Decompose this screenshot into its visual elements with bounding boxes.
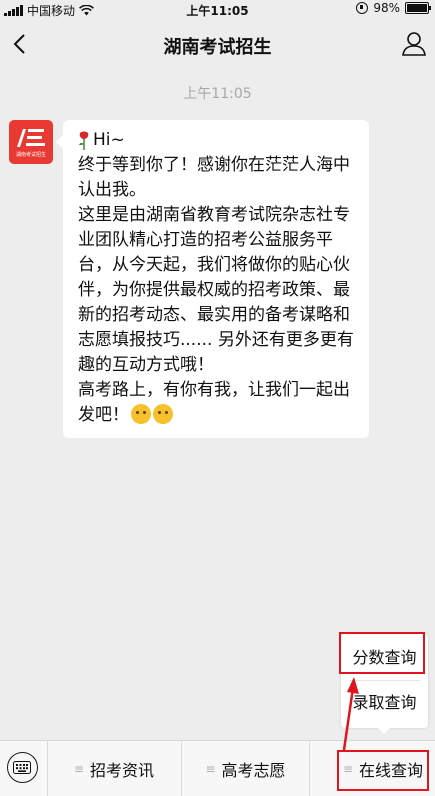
message-bubble: Hi~ 终于等到你了！感谢你在茫茫人海中认出我。 这里是由湖南省教育考试院杂志社… bbox=[56, 120, 369, 438]
page-title: 湖南考试招生 bbox=[163, 37, 272, 58]
chat-timestamp: 上午11:05 bbox=[183, 86, 252, 102]
keyboard-icon bbox=[13, 761, 31, 774]
avatar-text: 湖南考试招生 bbox=[15, 152, 46, 158]
menu-lines-icon: ≡ bbox=[205, 761, 216, 776]
highlight-box-online-query bbox=[337, 750, 429, 791]
bottom-divider bbox=[309, 741, 310, 796]
logo-icon bbox=[17, 129, 45, 147]
battery-icon bbox=[405, 2, 431, 14]
message-line-3-text: 高考路上，有你有我，让我们一起出发吧！ bbox=[78, 380, 350, 425]
bottom-menu-volunteer-label: 高考志愿 bbox=[221, 760, 286, 780]
menu-item-admission-query[interactable]: 录取查询 bbox=[341, 681, 428, 725]
nav-bar: 湖南考试招生 bbox=[0, 18, 435, 70]
bottom-menu-news[interactable]: ≡ 招考资讯 bbox=[48, 741, 180, 796]
bottom-menu-news-label: 招考资讯 bbox=[90, 760, 155, 780]
message-line-1: 终于等到你了！感谢你在茫茫人海中认出我。 bbox=[78, 155, 350, 200]
greeting-line: Hi~ bbox=[78, 128, 364, 153]
person-icon[interactable] bbox=[401, 31, 427, 57]
highlight-box-score-query bbox=[339, 632, 425, 674]
bottom-menu-volunteer[interactable]: ≡ 高考志愿 bbox=[182, 741, 309, 796]
greeting-text: Hi~ bbox=[93, 130, 125, 150]
keyboard-toggle-button[interactable] bbox=[7, 752, 38, 783]
battery-fill bbox=[407, 4, 427, 12]
status-bar: 中国移动 上午11:05 98% bbox=[0, 0, 435, 18]
message-line-2: 这里是由湖南省教育考试院杂志社专业团队精心打造的招考公益服务平台，从今天起，我们… bbox=[78, 205, 354, 375]
menu-lines-icon: ≡ bbox=[73, 761, 85, 776]
rotation-lock-icon bbox=[356, 2, 369, 14]
status-right: 98% bbox=[356, 1, 431, 15]
smile-emoji-icon bbox=[153, 404, 173, 424]
message-line-3: 高考路上，有你有我，让我们一起出发吧！ bbox=[78, 378, 364, 428]
avatar[interactable]: 湖南考试招生 bbox=[9, 120, 53, 164]
battery-percent: 98% bbox=[373, 1, 400, 15]
rose-icon bbox=[79, 131, 89, 150]
smile-emoji-icon bbox=[131, 404, 151, 424]
